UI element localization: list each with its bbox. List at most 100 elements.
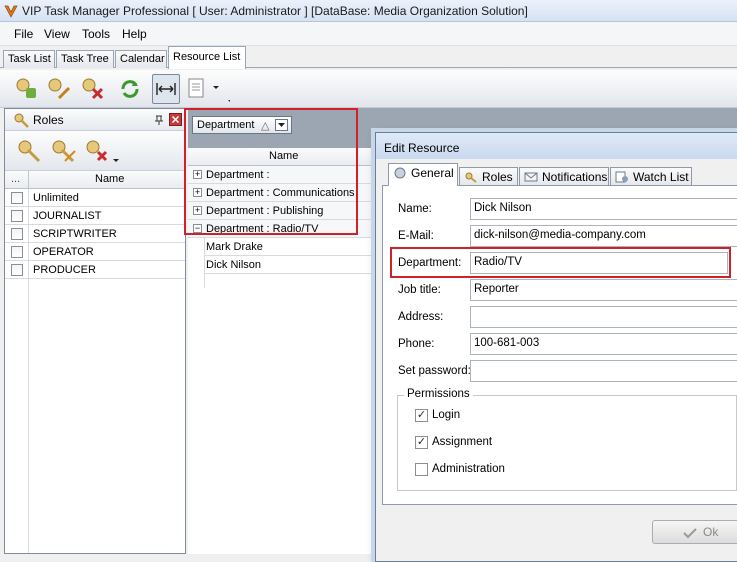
tab-watch-list[interactable]: Watch List <box>610 167 692 185</box>
menu-tools[interactable]: Tools <box>82 27 110 41</box>
role-checkbox[interactable] <box>11 210 23 222</box>
add-resource-button[interactable] <box>12 74 40 104</box>
address-field[interactable] <box>470 306 737 328</box>
report-dropdown-button[interactable] <box>186 74 234 104</box>
job-title-label: Job title: <box>398 284 441 296</box>
delete-role-icon[interactable] <box>83 137 123 165</box>
menu-view[interactable]: View <box>44 27 70 41</box>
dialog-title-bar: Edit Resource <box>376 133 737 159</box>
column-divider <box>28 261 29 279</box>
role-checkbox[interactable] <box>11 264 23 276</box>
email-field[interactable]: dick-nilson@media-company.com <box>470 225 737 247</box>
window-title: VIP Task Manager Professional [ User: Ad… <box>22 4 528 18</box>
role-row[interactable]: PRODUCER <box>5 261 185 279</box>
expand-icon[interactable]: + <box>193 188 202 197</box>
column-divider <box>28 171 29 189</box>
chevron-down-icon <box>278 123 285 127</box>
refresh-icon <box>121 80 139 98</box>
role-row[interactable]: Unlimited <box>5 189 185 207</box>
edit-role-icon[interactable] <box>49 137 77 165</box>
edit-resource-button[interactable] <box>44 74 72 104</box>
general-icon <box>394 167 406 179</box>
email-label: E-Mail: <box>398 230 434 242</box>
add-role-icon[interactable] <box>15 137 43 165</box>
tab-resource-list[interactable]: Resource List <box>168 46 246 69</box>
menu-help[interactable]: Help <box>122 27 147 41</box>
group-by-label: Department <box>197 119 255 131</box>
document-tab-strip: Task List Task Tree Calendar Resource Li… <box>0 46 737 69</box>
phone-field[interactable]: 100-681-003 <box>470 333 737 355</box>
ok-label: Ok <box>703 525 719 539</box>
roles-panel: Roles ... Name Unlimited JOURNALIST SCRI… <box>4 108 186 554</box>
notifications-icon <box>524 172 538 182</box>
department-field[interactable]: Radio/TV <box>470 252 728 274</box>
watch-list-icon <box>615 171 628 183</box>
sort-ascending-icon: △ <box>261 120 270 132</box>
column-header-name[interactable]: Name <box>95 173 124 185</box>
role-checkbox[interactable] <box>11 246 23 258</box>
collapse-icon[interactable]: − <box>193 224 202 233</box>
role-row[interactable]: OPERATOR <box>5 243 185 261</box>
password-label: Set password: <box>398 365 471 377</box>
group-by-department-chip[interactable]: Department △ <box>192 116 292 134</box>
address-label: Address: <box>398 311 444 323</box>
administration-checkbox[interactable] <box>415 463 428 476</box>
password-field[interactable] <box>470 360 737 382</box>
tab-task-list[interactable]: Task List <box>3 50 55 68</box>
group-label: Department : Radio/TV <box>206 223 319 235</box>
menu-file[interactable]: File <box>14 27 33 41</box>
column-divider <box>28 243 29 261</box>
name-field[interactable]: Dick Nilson <box>470 198 737 220</box>
group-label: Department : Publishing <box>206 205 324 217</box>
tab-calendar[interactable]: Calendar <box>115 50 167 68</box>
refresh-button[interactable] <box>116 74 144 104</box>
group-label: Department : Communications <box>206 187 355 199</box>
add-resource-icon <box>16 78 36 98</box>
fit-width-button[interactable] <box>152 74 180 104</box>
administration-label: Administration <box>432 463 505 475</box>
tab-label: Calendar <box>120 53 165 65</box>
tab-label: Resource List <box>173 51 241 63</box>
main-toolbar <box>0 70 737 108</box>
roles-panel-title: Roles <box>33 113 64 127</box>
ok-button[interactable]: Ok <box>652 520 737 544</box>
resource-name: Dick Nilson <box>206 259 262 271</box>
role-row[interactable]: SCRIPTWRITER <box>5 225 185 243</box>
login-label: Login <box>432 409 461 421</box>
tab-label: Task List <box>8 53 51 65</box>
role-checkbox[interactable] <box>11 192 23 204</box>
tab-general[interactable]: General <box>388 163 458 186</box>
expand-icon[interactable]: + <box>193 170 202 179</box>
column-header-select[interactable]: ... <box>11 173 20 185</box>
dialog-title: Edit Resource <box>384 141 460 155</box>
role-name: SCRIPTWRITER <box>33 228 117 240</box>
indent-divider <box>204 238 205 288</box>
role-row[interactable]: JOURNALIST <box>5 207 185 225</box>
assignment-checkbox[interactable]: ✓ <box>415 436 428 449</box>
role-checkbox[interactable] <box>11 228 23 240</box>
roles-toolbar <box>5 131 185 171</box>
title-bar: VIP Task Manager Professional [ User: Ad… <box>0 0 737 22</box>
expand-icon[interactable]: + <box>193 206 202 215</box>
assignment-label: Assignment <box>432 436 493 448</box>
tab-roles[interactable]: Roles <box>459 167 518 185</box>
edit-resource-dialog: Edit Resource General Roles Notification… <box>375 132 737 562</box>
report-icon <box>188 78 234 103</box>
login-checkbox[interactable]: ✓ <box>415 409 428 422</box>
tab-label: Watch List <box>633 170 689 184</box>
column-divider <box>28 225 29 243</box>
job-title-field[interactable]: Reporter <box>470 279 737 301</box>
filter-dropdown-button[interactable] <box>275 119 288 131</box>
roles-icon <box>465 172 477 183</box>
roles-icon <box>14 113 29 128</box>
roles-panel-header: Roles <box>5 109 185 131</box>
group-label: Department : <box>206 169 270 181</box>
delete-resource-button[interactable] <box>78 74 106 104</box>
app-logo-icon <box>4 5 18 18</box>
close-icon[interactable] <box>169 113 182 126</box>
resource-name: Mark Drake <box>206 241 263 253</box>
name-label: Name: <box>398 203 432 215</box>
tab-task-tree[interactable]: Task Tree <box>56 50 114 68</box>
tab-notifications[interactable]: Notifications <box>519 167 609 185</box>
pin-icon[interactable] <box>153 114 165 126</box>
